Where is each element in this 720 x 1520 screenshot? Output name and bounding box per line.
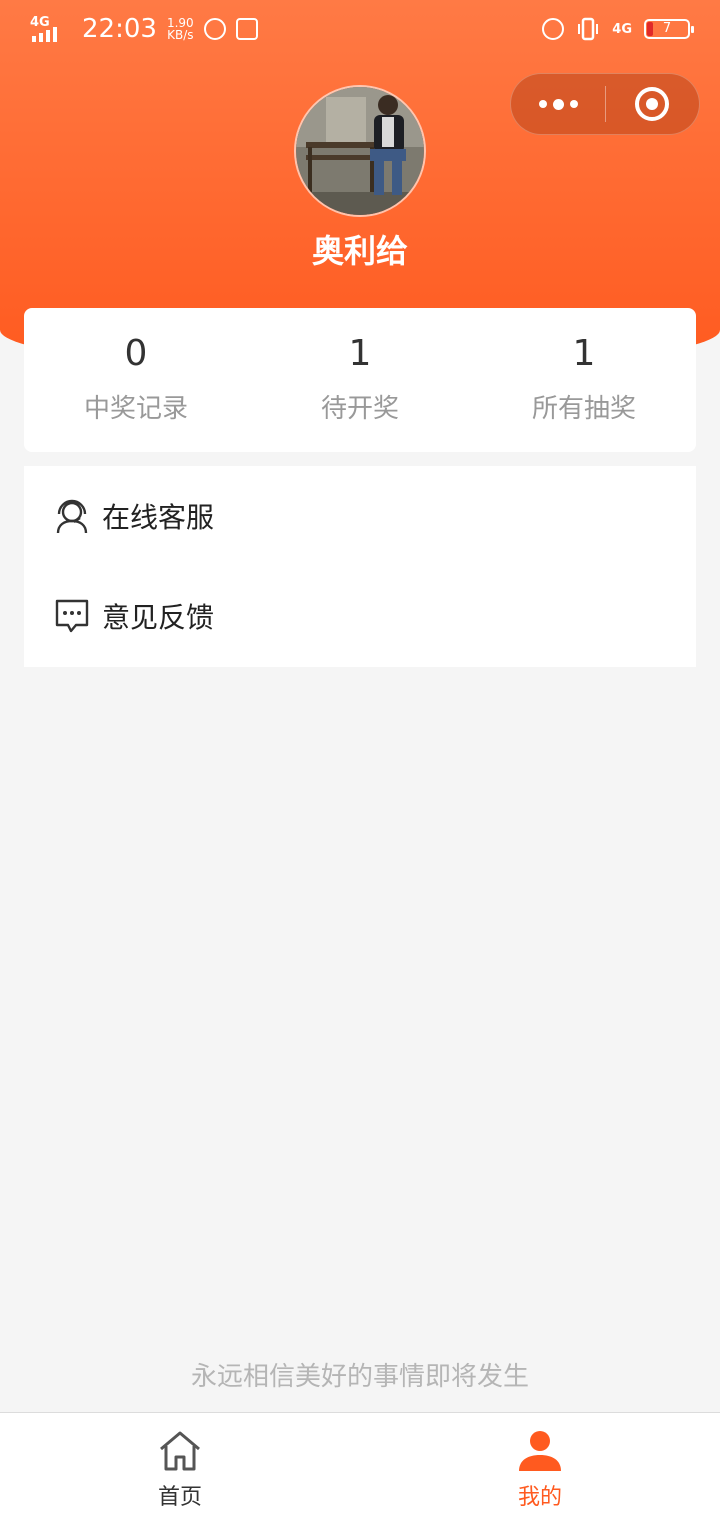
menu-item-feedback[interactable]: 意见反馈 [24,566,696,666]
mini-program-capsule [510,73,700,135]
avatar[interactable] [294,85,426,217]
network-speed: 1.90 KB/s [167,17,194,41]
stats-card: 0 中奖记录 1 待开奖 1 所有抽奖 [24,308,696,452]
tab-label: 首页 [157,1485,202,1510]
battery-level: 7 [662,21,672,36]
stat-all-draws[interactable]: 1 所有抽奖 [472,308,696,452]
tab-home[interactable]: 首页 [0,1413,360,1520]
speed-unit: KB/s [167,28,194,42]
feedback-icon [55,599,89,633]
nickname: 奥利给 [311,232,408,270]
stat-label: 待开奖 [320,394,399,424]
alarm-icon [542,18,565,40]
network-type: 4G [612,21,632,37]
vibrate-icon [578,17,599,41]
target-close-icon[interactable] [606,74,699,134]
battery-icon: 7 [644,19,694,39]
status-time: 22:03 [82,14,157,44]
stat-value: 1 [348,333,372,374]
app-notification-icon [203,18,226,40]
slogan: 永远相信美好的事情即将发生 [190,1362,529,1392]
home-icon [160,1431,200,1471]
user-icon [519,1431,561,1471]
stat-value: 0 [124,333,148,374]
menu-item-customer-service[interactable]: 在线客服 [24,466,696,566]
tab-label: 我的 [517,1485,562,1510]
menu-item-label: 意见反馈 [102,601,215,634]
tab-mine[interactable]: 我的 [360,1413,720,1520]
stat-label: 中奖记录 [83,394,188,424]
signal-icon: 4G [30,16,64,42]
more-dots-icon[interactable] [511,74,605,134]
status-bar: 4G 22:03 1.90 KB/s 4G 7 [0,0,720,58]
app-notification-icon-2 [235,18,258,40]
menu-item-label: 在线客服 [102,501,215,534]
stat-value: 1 [572,333,596,374]
stat-pending-draw[interactable]: 1 待开奖 [248,308,472,452]
customer-service-icon [56,499,88,534]
stat-label: 所有抽奖 [531,394,636,424]
stat-winning-records[interactable]: 0 中奖记录 [24,308,248,452]
menu-list: 在线客服 意见反馈 [24,466,696,667]
tab-bar: 首页 我的 [0,1412,720,1520]
